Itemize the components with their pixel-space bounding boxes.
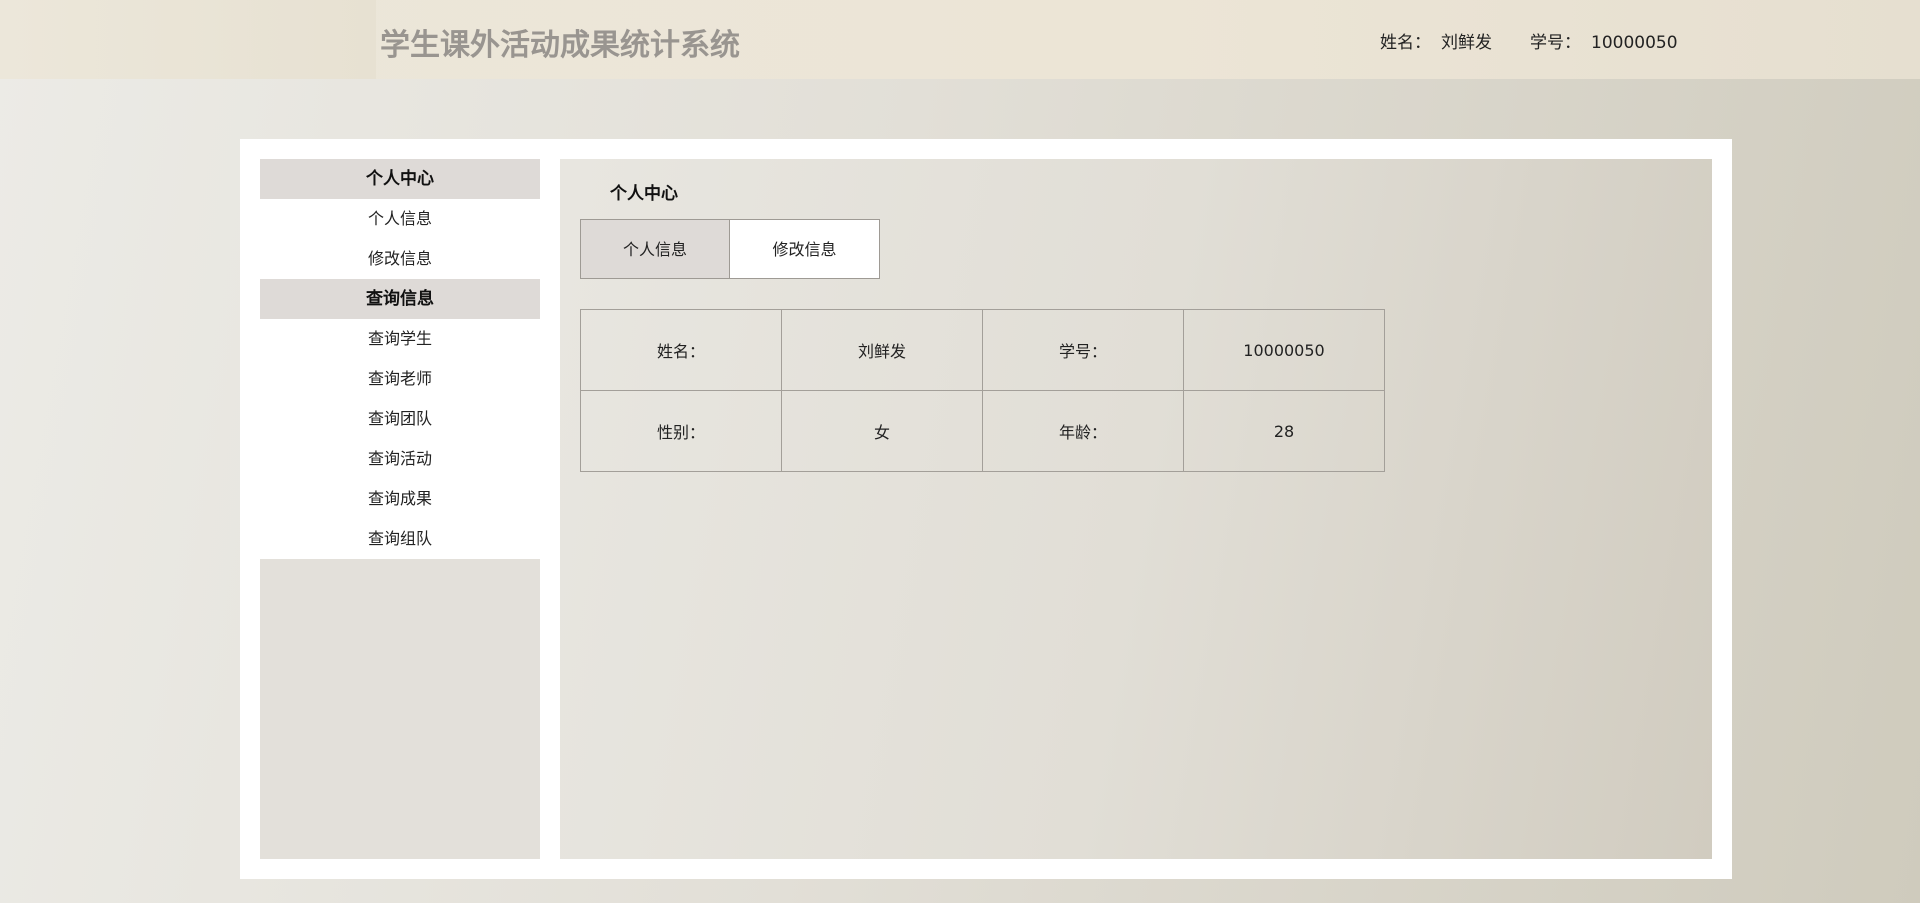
name-label-cell: 姓名： — [580, 309, 782, 391]
user-id-value: 10000050 — [1591, 33, 1678, 53]
user-id-label: 学号： — [1530, 33, 1581, 53]
name-value-cell: 刘鲜发 — [781, 309, 983, 391]
user-name-value: 刘鲜发 — [1441, 33, 1492, 53]
age-label-cell: 年龄： — [982, 390, 1184, 472]
sidebar-item-edit-info[interactable]: 修改信息 — [260, 239, 540, 279]
gender-label-cell: 性别： — [580, 390, 782, 472]
user-name-display: 姓名： 刘鲜发 — [1380, 28, 1492, 53]
sidebar-item-query-achievements[interactable]: 查询成果 — [260, 479, 540, 519]
sidebar-item-query-activities[interactable]: 查询活动 — [260, 439, 540, 479]
app-title: 学生课外活动成果统计系统 — [380, 28, 740, 63]
user-name-label: 姓名： — [1380, 33, 1431, 53]
student-id-value-cell: 10000050 — [1183, 309, 1385, 391]
student-id-label-cell: 学号： — [982, 309, 1184, 391]
sidebar-group-query-info: 查询信息 — [260, 279, 540, 319]
content-area: 个人中心 个人信息 修改信息 姓名： 刘鲜发 学号： 10000050 性别： … — [560, 159, 1712, 859]
sidebar-item-query-teachers[interactable]: 查询老师 — [260, 359, 540, 399]
header-logo-area — [0, 0, 376, 79]
page-title: 个人中心 — [610, 184, 678, 204]
sidebar-group-personal-center: 个人中心 — [260, 159, 540, 199]
gender-value-cell: 女 — [781, 390, 983, 472]
sidebar-item-query-students[interactable]: 查询学生 — [260, 319, 540, 359]
table-row: 性别： 女 年龄： 28 — [580, 390, 1385, 472]
tab-bar: 个人信息 修改信息 — [580, 219, 880, 279]
sidebar: 个人中心 个人信息 修改信息 查询信息 查询学生 查询老师 查询团队 查询活动 … — [260, 159, 540, 859]
personal-info-table: 姓名： 刘鲜发 学号： 10000050 性别： 女 年龄： 28 — [580, 309, 1385, 472]
table-row: 姓名： 刘鲜发 学号： 10000050 — [580, 309, 1385, 391]
main-panel: 个人中心 个人信息 修改信息 查询信息 查询学生 查询老师 查询团队 查询活动 … — [240, 139, 1732, 879]
tab-edit-info[interactable]: 修改信息 — [730, 219, 880, 279]
sidebar-item-query-teams[interactable]: 查询团队 — [260, 399, 540, 439]
top-header: 学生课外活动成果统计系统 姓名： 刘鲜发 学号： 10000050 — [0, 0, 1920, 79]
sidebar-item-query-teaming[interactable]: 查询组队 — [260, 519, 540, 559]
sidebar-menu: 个人中心 个人信息 修改信息 查询信息 查询学生 查询老师 查询团队 查询活动 … — [260, 159, 540, 559]
tab-personal-info[interactable]: 个人信息 — [580, 219, 730, 279]
sidebar-item-personal-info[interactable]: 个人信息 — [260, 199, 540, 239]
age-value-cell: 28 — [1183, 390, 1385, 472]
user-id-display: 学号： 10000050 — [1530, 28, 1678, 53]
